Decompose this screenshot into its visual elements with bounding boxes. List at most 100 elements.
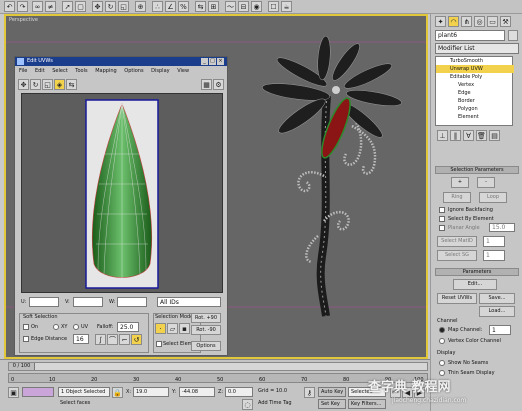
maximize-icon[interactable]: □ [209, 58, 216, 65]
uvw-canvas[interactable] [21, 93, 223, 293]
w-field[interactable] [117, 297, 147, 307]
stack-item[interactable]: Vertex [436, 81, 514, 89]
falloff-fast-icon[interactable]: ⌐ [119, 334, 130, 345]
set-key-icon[interactable]: ⚷ [304, 387, 315, 398]
menu-display[interactable]: Display [151, 68, 169, 74]
listener-icon[interactable]: ▣ [8, 387, 19, 398]
menu-view[interactable]: View [177, 68, 189, 74]
grow-selection-button[interactable]: + [451, 177, 469, 188]
uvw-options-icon[interactable]: ⚙ [213, 79, 224, 90]
planar-angle-field[interactable]: 15.0 [489, 223, 515, 232]
add-time-tag[interactable]: Add Time Tag [256, 399, 302, 409]
stack-item[interactable]: Editable Poly [436, 73, 514, 81]
vertex-color-radio[interactable] [439, 338, 445, 344]
options-button[interactable]: Options [191, 341, 221, 351]
select-element-checkbox[interactable] [156, 341, 162, 347]
maxscript-listener[interactable] [22, 387, 54, 397]
timeline-track[interactable]: 0 10 20 30 40 50 60 70 80 90 100 [8, 373, 428, 383]
falloff-slow-icon[interactable]: ↺ [131, 334, 142, 345]
key-filters-button[interactable]: Key Filters... [348, 399, 386, 409]
uvw-titlebar[interactable]: Edit UVWs [15, 57, 227, 66]
x-field[interactable]: 19.0 [133, 387, 169, 397]
select-sg-button[interactable]: Select SG [437, 250, 477, 261]
y-field[interactable]: -44.08 [179, 387, 215, 397]
stack-item[interactable]: TurboSmooth [436, 57, 514, 65]
matid-field[interactable]: 1 [483, 236, 505, 247]
falloff-sin-icon[interactable]: ⌒ [107, 334, 118, 345]
angle-snap-icon[interactable]: ∠ [165, 1, 176, 12]
edit-button[interactable]: Edit... [453, 279, 497, 290]
uvw-scale-icon[interactable]: ◱ [42, 79, 53, 90]
v-field[interactable] [73, 297, 103, 307]
object-name-field[interactable]: plant6 [435, 30, 505, 41]
stack-item[interactable]: Element [436, 113, 514, 121]
uvw-freeform-icon[interactable]: ◈ [54, 79, 65, 90]
mirror-icon[interactable]: ⇆ [195, 1, 206, 12]
auto-key-button[interactable]: Auto Key [318, 387, 346, 397]
minimize-icon[interactable]: _ [201, 58, 208, 65]
remove-modifier-icon[interactable]: 🗑 [476, 130, 487, 141]
sg-field[interactable]: 1 [483, 250, 505, 261]
uv-radio[interactable] [73, 324, 79, 330]
uvw-mirror-icon[interactable]: ⇆ [66, 79, 77, 90]
save-button[interactable]: Save... [479, 293, 515, 304]
display-tab-icon[interactable]: ▭ [487, 16, 498, 27]
link-icon[interactable]: ∞ [32, 1, 43, 12]
ignore-backfacing-checkbox[interactable] [439, 207, 445, 213]
time-slider[interactable]: 0 / 100 [8, 362, 428, 371]
uvw-texture-toggle-icon[interactable]: ▦ [201, 79, 212, 90]
time-slider-thumb[interactable]: 0 / 100 [9, 363, 35, 370]
render-setup-icon[interactable]: ☐ [268, 1, 279, 12]
vertex-mode-icon[interactable]: · [155, 323, 166, 334]
show-end-result-icon[interactable]: ‖ [450, 130, 461, 141]
planar-angle-checkbox[interactable] [439, 225, 445, 231]
soft-on-checkbox[interactable] [23, 324, 29, 330]
select-matid-button[interactable]: Select MatID [437, 236, 477, 247]
shrink-selection-button[interactable]: - [477, 177, 495, 188]
select-region-icon[interactable]: ▢ [75, 1, 86, 12]
load-button[interactable]: Load... [479, 306, 515, 317]
u-field[interactable] [29, 297, 59, 307]
rotate-icon[interactable]: ↻ [105, 1, 116, 12]
face-mode-icon[interactable]: ▪ [179, 323, 190, 334]
utilities-tab-icon[interactable]: ⚒ [500, 16, 511, 27]
menu-file[interactable]: File [19, 68, 27, 74]
close-icon[interactable]: × [217, 58, 224, 65]
uvw-rotate-icon[interactable]: ↻ [30, 79, 41, 90]
curve-editor-icon[interactable]: 〜 [225, 1, 236, 12]
scale-icon[interactable]: ◱ [118, 1, 129, 12]
unlink-icon[interactable]: ≠ [45, 1, 56, 12]
menu-tools[interactable]: Tools [75, 68, 87, 74]
set-key-button[interactable]: Set Key [318, 399, 346, 409]
edge-distance-checkbox[interactable] [23, 336, 29, 342]
map-channel-field[interactable]: 1 [489, 325, 511, 335]
align-icon[interactable]: ⊞ [208, 1, 219, 12]
edge-distance-field[interactable]: 16 [73, 334, 89, 344]
menu-mapping[interactable]: Mapping [95, 68, 116, 74]
stack-item[interactable]: Polygon [436, 105, 514, 113]
falloff-field[interactable]: 25.0 [117, 322, 139, 332]
falloff-linear-icon[interactable]: ∫ [95, 334, 106, 345]
rot-minus-90-button[interactable]: Rot. -90 [191, 325, 221, 335]
selection-parameters-rollout[interactable]: Selection Parameters [435, 166, 519, 174]
percent-snap-icon[interactable]: % [178, 1, 189, 12]
stack-item-selected[interactable]: Unwrap UVW [436, 65, 514, 73]
create-tab-icon[interactable]: ✦ [435, 16, 446, 27]
menu-select[interactable]: Select [52, 68, 67, 74]
z-field[interactable]: 0.0 [225, 387, 253, 397]
stack-item[interactable]: Edge [436, 89, 514, 97]
undo-icon[interactable]: ↶ [4, 1, 15, 12]
stack-item[interactable]: Border [436, 97, 514, 105]
modifier-list-dropdown[interactable]: Modifier List [435, 43, 519, 54]
menu-options[interactable]: Options [124, 68, 143, 74]
material-editor-icon[interactable]: ◉ [251, 1, 262, 12]
snap-icon[interactable]: ∴ [152, 1, 163, 12]
pivot-icon[interactable]: ⊕ [135, 1, 146, 12]
uvw-move-icon[interactable]: ✥ [18, 79, 29, 90]
move-icon[interactable]: ✥ [92, 1, 103, 12]
configure-sets-icon[interactable]: ▤ [489, 130, 500, 141]
redo-icon[interactable]: ↷ [17, 1, 28, 12]
ring-button[interactable]: Ring [443, 192, 471, 203]
motion-tab-icon[interactable]: ◎ [474, 16, 485, 27]
pin-stack-icon[interactable]: ⊥ [437, 130, 448, 141]
